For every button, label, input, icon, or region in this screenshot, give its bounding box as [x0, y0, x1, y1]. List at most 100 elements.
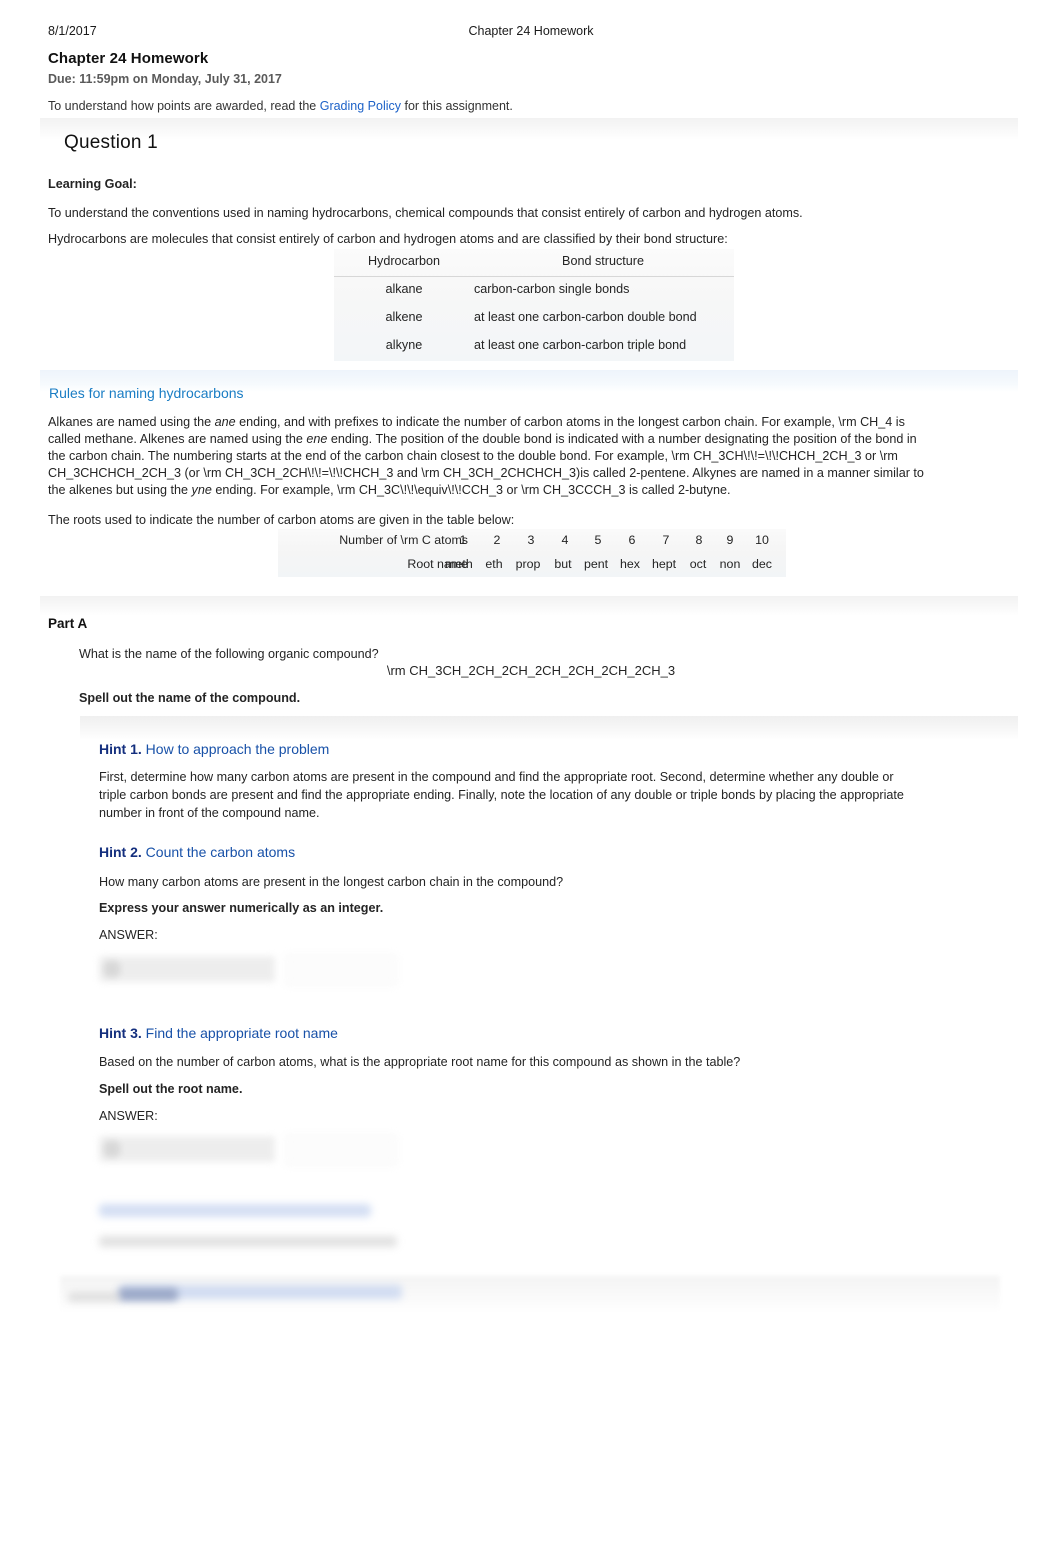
cell-bond-structure: at least one carbon-carbon double bond: [474, 310, 697, 324]
redacted-hint-4-body: [99, 1236, 397, 1247]
hint-2-answer-status-icon: [103, 960, 121, 978]
table-row: alkane carbon-carbon single bonds: [334, 277, 734, 305]
hint-2-instruction: Express your answer numerically as an in…: [99, 901, 384, 915]
count-cell: 4: [561, 533, 569, 547]
hint-1-title: How to approach the problem: [145, 741, 330, 757]
hint-3-answer-label: ANSWER:: [99, 1109, 158, 1123]
hint-2-body-line-1: How many carbon atoms are present in the…: [99, 875, 564, 889]
cell-bond-structure: carbon-carbon single bonds: [474, 282, 630, 296]
rules-line-4: CH_3CHCHCH_2CH_3 (or \rm CH_3CH_2CH\!\!=…: [48, 466, 924, 480]
part-a-formula: \rm CH_3CH_2CH_2CH_2CH_2CH_2CH_2CH_3: [386, 663, 676, 678]
hint-3-answer-input[interactable]: [99, 1136, 275, 1162]
table-row: alkene at least one carbon-carbon double…: [334, 305, 734, 333]
hydrocarbon-table: Hydrocarbon Bond structure alkane carbon…: [334, 249, 734, 361]
hint-1-band: [80, 716, 1018, 740]
grading-policy-suffix: for this assignment.: [401, 99, 513, 113]
roots-row-label-names: Root name: [407, 557, 468, 571]
redacted-bottom-label: [68, 1292, 120, 1302]
redacted-hint-4-header[interactable]: [99, 1204, 371, 1217]
hint-1-body-line-1: First, determine how many carbon atoms a…: [99, 770, 894, 784]
assignment-page: 8/1/2017 Chapter 24 Homework Chapter 24 …: [0, 0, 1062, 1556]
count-cell: 3: [527, 533, 535, 547]
count-cell: 8: [695, 533, 703, 547]
print-header: 8/1/2017 Chapter 24 Homework: [0, 24, 1062, 42]
root-cell: eth: [485, 557, 503, 571]
hint-1-body-line-3: number in front of the compound name.: [99, 806, 320, 820]
hint-2-answer-input[interactable]: [99, 956, 275, 982]
hint-2-answer-field[interactable]: [99, 950, 397, 996]
count-cell: 7: [662, 533, 670, 547]
hint-3-header[interactable]: Hint 3. Find the appropriate root name: [99, 1025, 338, 1041]
learning-goal-text: To understand the conventions used in na…: [48, 206, 803, 220]
hint-3-answer-submit-area[interactable]: [285, 1134, 397, 1166]
rules-line-2-italic: ene: [306, 432, 328, 446]
hint-1-header[interactable]: Hint 1. How to approach the problem: [99, 741, 329, 757]
part-a-title: Part A: [48, 616, 88, 631]
rules-line-5: the alkenes but using the yne ending. Fo…: [48, 482, 1028, 499]
rules-line-3: the carbon chain. The numbering starts a…: [48, 449, 898, 463]
hint-3-number: Hint 3.: [99, 1025, 142, 1041]
roots-row-counts: Number of \rm C atoms 1 2 3 4 5 6 7 8 9 …: [278, 529, 786, 553]
count-cell: 9: [726, 533, 734, 547]
hint-2-header[interactable]: Hint 2. Count the carbon atoms: [99, 844, 295, 860]
rules-line-5-italic: yne: [191, 483, 212, 497]
rules-line-1a: Alkanes are named using the: [48, 415, 215, 429]
root-cell: dec: [752, 557, 772, 571]
root-cell: oct: [689, 557, 707, 571]
table-row: alkyne at least one carbon-carbon triple…: [334, 333, 734, 361]
part-a-instruction: Spell out the name of the compound.: [79, 691, 301, 705]
hint-1-number: Hint 1.: [99, 741, 142, 757]
part-a-question: What is the name of the following organi…: [79, 647, 379, 661]
hint-3-title: Find the appropriate root name: [145, 1025, 338, 1041]
rules-line-1-italic: ane: [214, 415, 236, 429]
question-title: Question 1: [64, 132, 158, 153]
hint-3-answer-field[interactable]: [99, 1130, 397, 1176]
count-cell: 10: [755, 533, 769, 547]
rules-line-2: called methane. Alkenes are named using …: [48, 431, 1008, 448]
cell-hydrocarbon: alkane: [385, 282, 423, 296]
learning-goal-label: Learning Goal:: [48, 177, 137, 191]
roots-row-names: Root name meth eth prop but pent hex hep…: [278, 553, 786, 577]
rules-line-2a: called methane. Alkenes are named using …: [48, 432, 307, 446]
root-cell: meth: [445, 557, 473, 571]
rules-line-5b: ending. For example, \rm CH_3C\!\!\equiv…: [211, 483, 731, 497]
question-header-band: [40, 118, 1018, 140]
cell-hydrocarbon: alkene: [385, 310, 423, 324]
hint-3-instruction: Spell out the root name.: [99, 1082, 243, 1096]
rules-line-1: Alkanes are named using the ane ending, …: [48, 414, 1008, 431]
count-cell: 5: [594, 533, 602, 547]
root-cell: but: [554, 557, 572, 571]
root-cell: prop: [515, 557, 541, 571]
rules-heading: Rules for naming hydrocarbons: [49, 385, 244, 401]
cell-hydrocarbon: alkyne: [385, 338, 423, 352]
redacted-bottom-badge: [118, 1288, 178, 1301]
count-cell: 1: [459, 533, 467, 547]
hint-2-answer-submit-area[interactable]: [285, 954, 397, 986]
grading-policy-prefix: To understand how points are awarded, re…: [48, 99, 320, 113]
column-header-bond-structure: Bond structure: [562, 254, 644, 268]
hint-2-answer-label: ANSWER:: [99, 928, 158, 942]
root-cell: hept: [651, 557, 677, 571]
root-cell: non: [719, 557, 741, 571]
count-cell: 2: [493, 533, 501, 547]
hint-1-body-line-2: triple carbon bonds are present and find…: [99, 788, 904, 802]
part-a-band: [40, 596, 1018, 616]
assignment-due-date: Due: 11:59pm on Monday, July 31, 2017: [48, 72, 282, 86]
count-cell: 6: [628, 533, 636, 547]
grading-policy-link[interactable]: Grading Policy: [320, 99, 401, 113]
hint-3-answer-status-icon: [103, 1140, 121, 1158]
rules-line-2b: ending. The position of the double bond …: [327, 432, 917, 446]
column-header-hydrocarbon: Hydrocarbon: [367, 254, 441, 268]
roots-intro-text: The roots used to indicate the number of…: [48, 513, 515, 527]
table-header-row: Hydrocarbon Bond structure: [334, 249, 734, 277]
hint-2-number: Hint 2.: [99, 844, 142, 860]
print-title: Chapter 24 Homework: [468, 24, 594, 38]
assignment-title: Chapter 24 Homework: [48, 50, 209, 67]
hydrocarbon-intro-text: Hydrocarbons are molecules that consist …: [48, 232, 728, 246]
rules-line-5a: the alkenes but using the: [48, 483, 192, 497]
cell-bond-structure: at least one carbon-carbon triple bond: [474, 338, 687, 352]
rules-line-1b: ending, and with prefixes to indicate th…: [235, 415, 905, 429]
roots-row-label-counts: Number of \rm C atoms: [339, 533, 468, 547]
grading-policy-line: To understand how points are awarded, re…: [48, 99, 513, 113]
root-cell: pent: [583, 557, 609, 571]
